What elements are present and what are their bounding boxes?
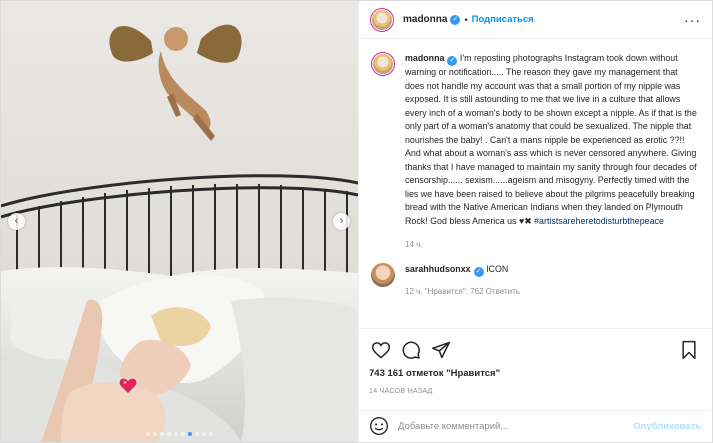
carousel-dot — [153, 432, 157, 436]
caption-row: madonna ✓ I'm reposting photographs Insta… — [371, 52, 699, 249]
commenter-avatar[interactable] — [371, 263, 395, 287]
carousel-dot — [202, 432, 206, 436]
author-avatar[interactable] — [370, 7, 394, 32]
next-slide-button[interactable]: › — [333, 213, 350, 230]
share-paper-plane-icon[interactable] — [429, 338, 453, 362]
comment-item: sarahhudsonxx ✓ ICON 12 ч. "Нравится": 76… — [371, 263, 699, 296]
post-actions: 743 161 отметок "Нравится" 14 ЧАСОВ НАЗА… — [359, 328, 711, 395]
comment-input[interactable] — [398, 421, 634, 432]
caption-username[interactable]: madonna — [405, 53, 444, 63]
header-separator: • — [464, 14, 468, 25]
commenter-verified-badge-icon: ✓ — [473, 267, 484, 277]
likes-count[interactable]: 743 161 отметок "Нравится" — [369, 368, 701, 379]
prev-slide-button[interactable]: ‹ — [8, 213, 25, 230]
carousel-dot — [181, 432, 185, 436]
verified-badge-icon: ✓ — [450, 14, 461, 25]
caption-avatar[interactable] — [371, 52, 395, 76]
carousel-dot — [167, 432, 171, 436]
comment-bubble-icon[interactable] — [399, 338, 423, 362]
carousel-dots — [1, 432, 358, 436]
comment-body: ICON — [486, 264, 509, 274]
comment-meta: 12 ч. "Нравится": 762 Ответить — [405, 287, 520, 296]
add-comment-bar: Опубликовать — [359, 410, 711, 442]
post-sidebar: madonna ✓ • Подписаться ··· madonna ✓ I'm… — [358, 1, 712, 442]
comments-section: madonna ✓ I'm reposting photographs Insta… — [359, 40, 711, 327]
comment-text: sarahhudsonxx ✓ ICON — [405, 263, 520, 277]
carousel-dot — [209, 432, 213, 436]
carousel-dot — [160, 432, 164, 436]
action-icons — [369, 337, 701, 363]
post-date: 14 ЧАСОВ НАЗАД — [369, 388, 433, 395]
emoji-smiley-icon[interactable] — [369, 416, 389, 438]
carousel-dot — [195, 432, 199, 436]
carousel-dot — [174, 432, 178, 436]
photo-scene — [1, 1, 358, 442]
carousel-dot — [146, 432, 150, 436]
caption-time: 14 ч. — [405, 240, 423, 249]
post-header: madonna ✓ • Подписаться ··· — [359, 1, 712, 39]
more-options-icon[interactable]: ··· — [684, 12, 701, 28]
bookmark-icon[interactable] — [677, 338, 701, 362]
caption-body: I'm reposting photographs Instagram took… — [405, 53, 697, 226]
caption-verified-badge-icon: ✓ — [447, 56, 458, 66]
like-heart-icon[interactable] — [369, 338, 393, 362]
carousel-dot — [188, 432, 192, 436]
author-username[interactable]: madonna — [403, 14, 447, 25]
post-photo[interactable]: ‹ › — [1, 1, 358, 442]
caption-hashtag-link[interactable]: #artistsareheretodisturbthepeace — [534, 216, 664, 226]
commenter-username[interactable]: sarahhudsonxx — [405, 264, 471, 274]
instagram-post-modal: ‹ › madonna ✓ • Подписаться ··· madonna ✓… — [0, 0, 713, 443]
follow-button[interactable]: Подписаться — [472, 14, 534, 25]
caption-text: madonna ✓ I'm reposting photographs Insta… — [405, 52, 699, 228]
publish-button[interactable]: Опубликовать — [633, 421, 701, 432]
